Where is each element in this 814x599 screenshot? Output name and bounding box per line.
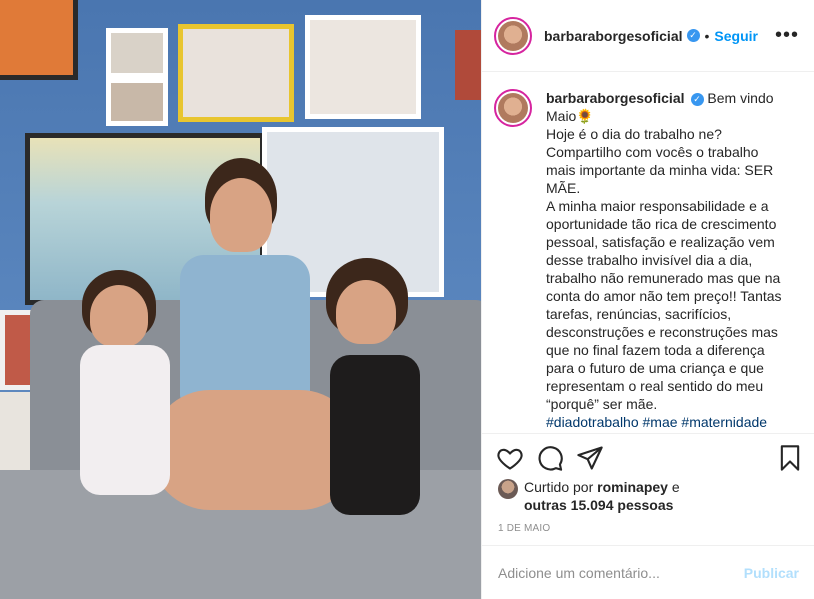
post-date[interactable]: 1 DE MAIO (498, 523, 550, 534)
likes-summary: Curtido por rominapey e outras 15.094 pe… (498, 478, 680, 514)
bookmark-icon[interactable] (776, 444, 804, 472)
likes-others-link[interactable]: outras 15.094 pessoas (524, 497, 673, 513)
post-photo[interactable] (0, 0, 481, 599)
comment-bar: Publicar (482, 545, 814, 599)
share-icon[interactable] (576, 444, 604, 472)
caption-scroll-area[interactable]: barbaraborgesoficial ✓ Bem vindo Maio🌻 Ho… (482, 73, 814, 433)
person-mother-face (210, 178, 272, 252)
action-bar (482, 433, 814, 481)
photo-frame (305, 15, 421, 119)
more-options-icon[interactable]: ••• (775, 24, 799, 47)
caption-author-avatar[interactable] (494, 89, 532, 127)
caption-body: Bem vindo Maio🌻 Hoje é o dia do trabalho… (546, 90, 782, 412)
person-mother-vest (180, 255, 310, 405)
avatar-image (498, 93, 528, 123)
publish-button[interactable]: Publicar (744, 565, 799, 581)
likes-prefix: Curtido por (524, 479, 594, 495)
caption-author-username[interactable]: barbaraborgesoficial (546, 90, 685, 106)
separator-dot: • (704, 27, 710, 44)
post-header: barbaraborgesoficial ✓ • Seguir ••• (482, 0, 814, 72)
likes-text: Curtido por rominapey e outras 15.094 pe… (524, 478, 680, 514)
author-avatar[interactable] (494, 16, 532, 55)
heart-icon[interactable] (496, 444, 524, 472)
verified-badge-icon: ✓ (686, 29, 700, 42)
photo-frame (106, 28, 168, 78)
photo-frame (106, 78, 168, 126)
liker-username[interactable]: rominapey (597, 479, 668, 495)
verified-badge-icon: ✓ (690, 92, 704, 106)
author-username[interactable]: barbaraborgesoficial (544, 28, 683, 44)
person-child-left-face (90, 285, 148, 347)
photo-frame (178, 24, 294, 122)
photo-frame (455, 30, 481, 100)
caption-text: barbaraborgesoficial ✓ Bem vindo Maio🌻 Ho… (546, 89, 782, 431)
liker-avatar[interactable] (498, 479, 518, 499)
caption-row: barbaraborgesoficial ✓ Bem vindo Maio🌻 Ho… (494, 89, 801, 431)
author-info: barbaraborgesoficial ✓ • Seguir (544, 28, 758, 44)
follow-button[interactable]: Seguir (714, 28, 758, 44)
avatar-image (498, 20, 528, 51)
person-child-right-body (330, 355, 420, 515)
person-child-left-body (80, 345, 170, 495)
post-sidebar: barbaraborgesoficial ✓ • Seguir ••• barb… (481, 0, 814, 599)
comment-icon[interactable] (536, 444, 564, 472)
person-child-right-face (336, 280, 396, 344)
caption-hashtags[interactable]: #diadotrabalho #mae #maternidade (546, 414, 767, 430)
photo-frame (0, 0, 78, 80)
comment-input[interactable] (498, 564, 744, 581)
person-mother-legs (150, 390, 360, 510)
likes-joiner: e (671, 479, 680, 495)
